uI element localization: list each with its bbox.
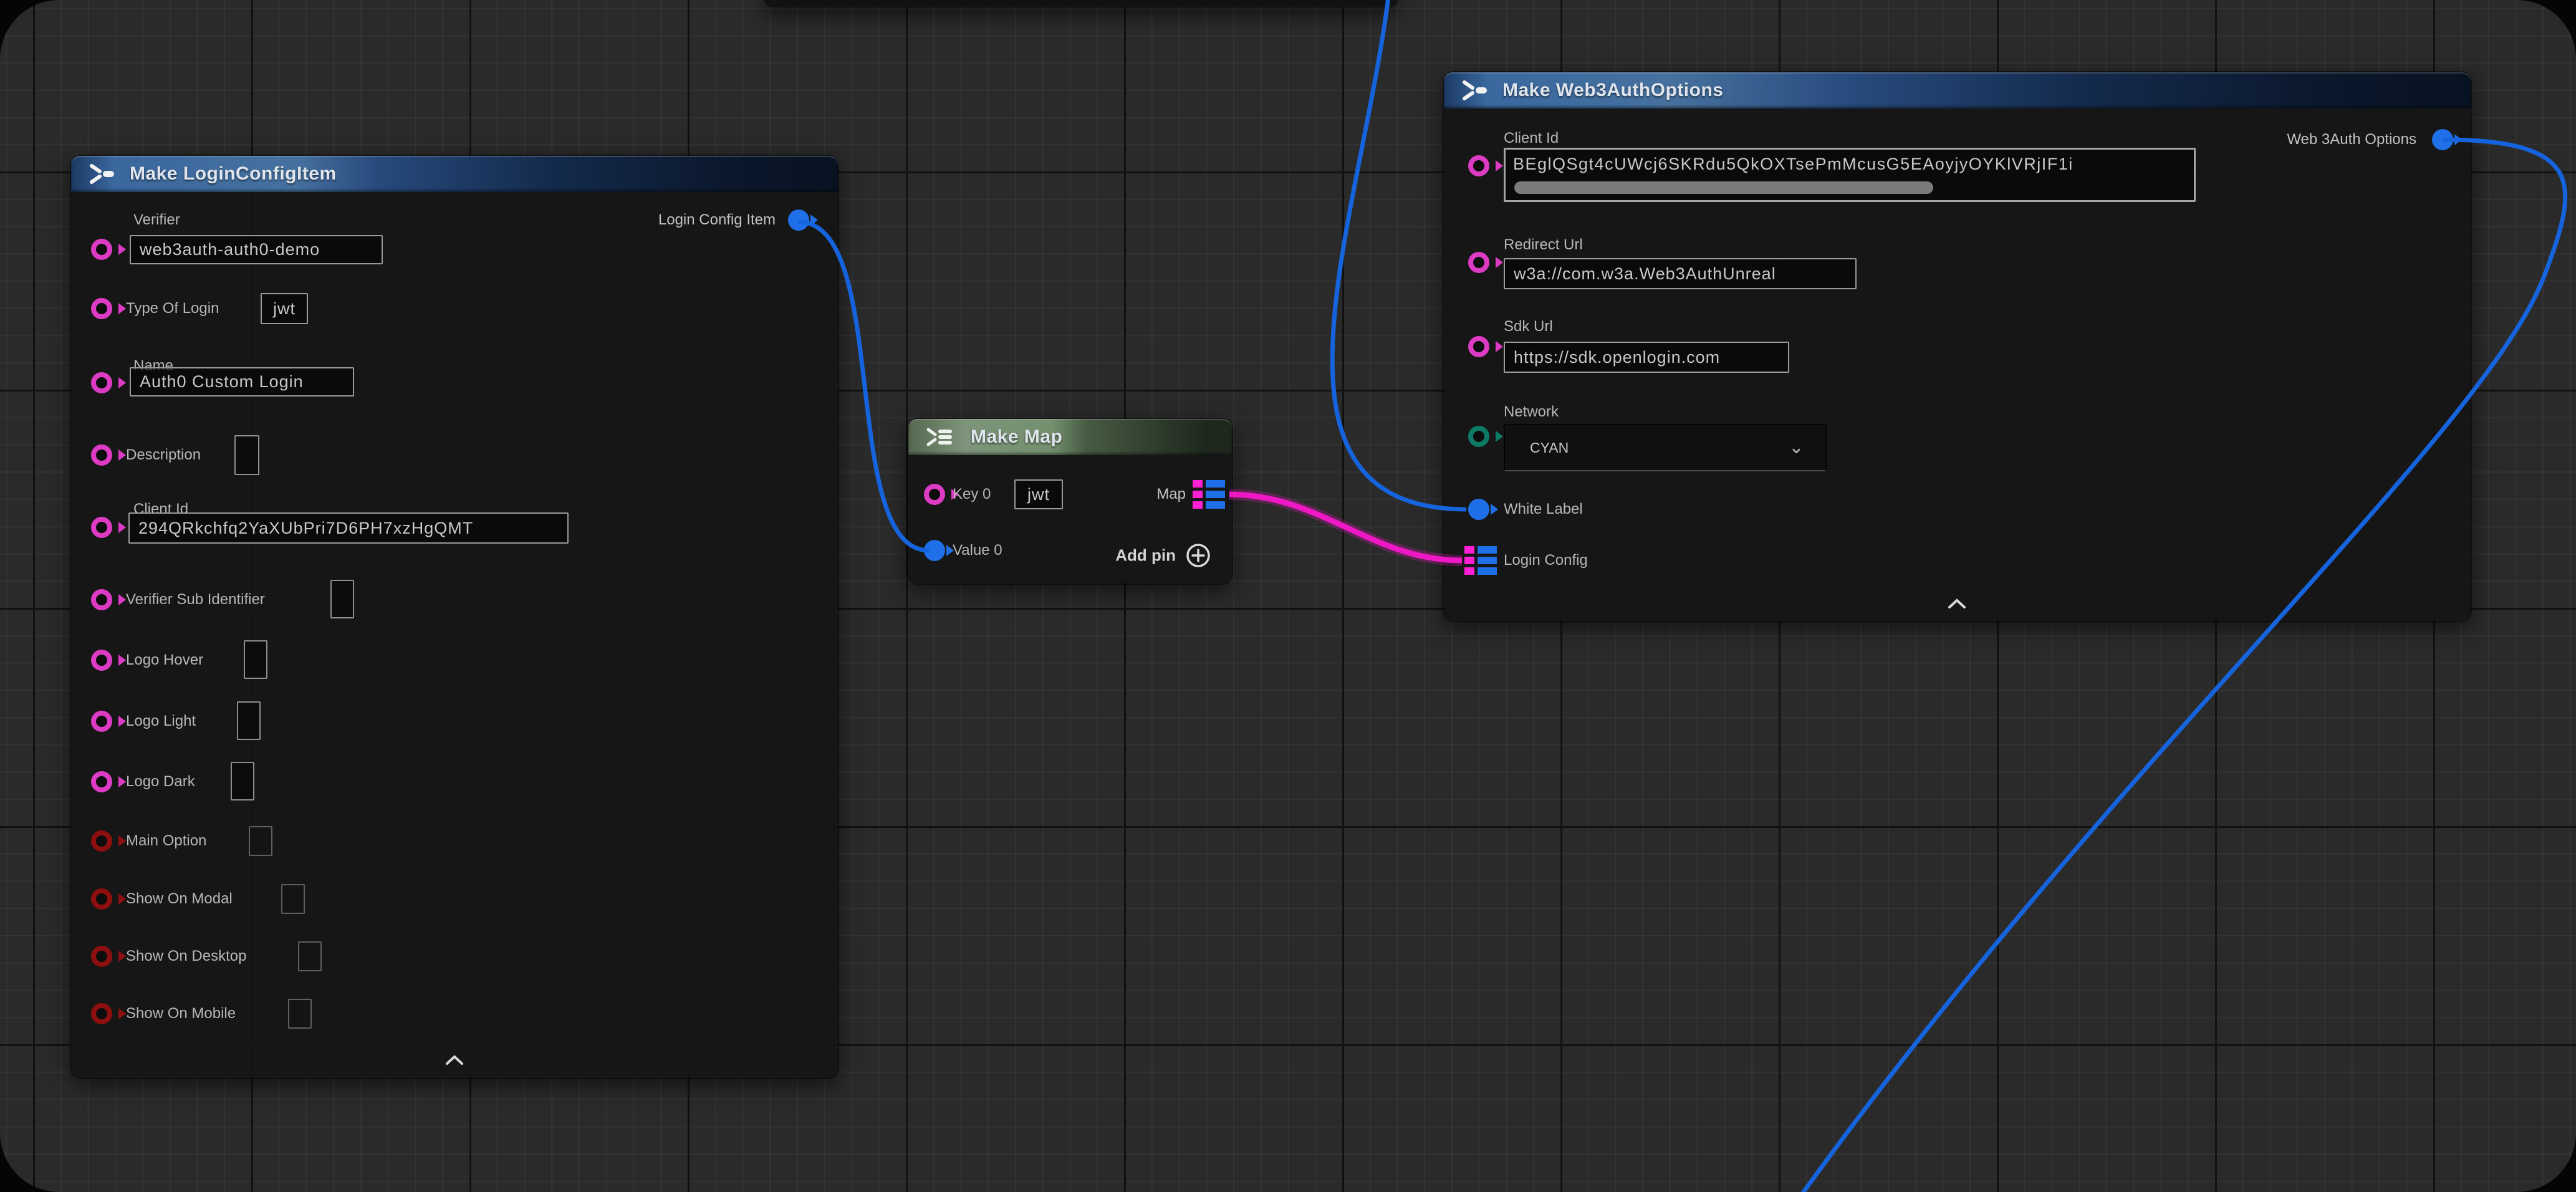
pin-label-network: Network: [1504, 403, 1559, 421]
blueprint-graph-canvas[interactable]: Make LoginConfigItem Verifier web3auth-a…: [0, 0, 2576, 1192]
client-id-text: BEglQSgt4cUWcj6SKRdu5QkOXTsePmMcusG5EAoy…: [1513, 155, 2074, 173]
pin-label-key-0: Key 0: [953, 486, 991, 503]
collapse-node-button[interactable]: [442, 1054, 467, 1067]
pin-map-output[interactable]: [1193, 480, 1225, 509]
verifier-sub-identifier-input[interactable]: [330, 580, 354, 618]
pin-logo-dark[interactable]: [91, 771, 112, 792]
pin-label-type-of-login: Type Of Login: [126, 300, 219, 317]
pin-label-value-0: Value 0: [953, 542, 1002, 559]
pin-label-show-on-modal: Show On Modal: [126, 890, 233, 908]
node-make-loginconfigitem[interactable]: Make LoginConfigItem Verifier web3auth-a…: [71, 156, 838, 1078]
node-title: Make Map: [971, 426, 1062, 448]
pin-label-map: Map: [1156, 486, 1186, 503]
make-struct-icon: [87, 161, 116, 186]
pin-client-id[interactable]: [91, 517, 112, 538]
make-struct-icon: [1460, 78, 1489, 103]
pin-label-login-config-item: Login Config Item: [658, 211, 776, 229]
show-on-desktop-checkbox[interactable]: [298, 941, 322, 971]
pin-label-sdk-url: Sdk Url: [1504, 318, 1553, 335]
add-pin-label[interactable]: Add pin: [1115, 546, 1176, 565]
pin-label-client-id: Client Id: [1504, 130, 1559, 147]
pin-main-option[interactable]: [91, 830, 112, 852]
pin-label-description: Description: [126, 446, 201, 464]
logo-light-input[interactable]: [237, 701, 261, 740]
pin-sdk-url[interactable]: [1468, 336, 1489, 357]
name-input[interactable]: Auth0 Custom Login: [130, 367, 354, 397]
network-dropdown-value: CYAN: [1530, 440, 1569, 456]
description-input[interactable]: [234, 435, 259, 475]
pin-verifier-sub-identifier[interactable]: [91, 589, 112, 610]
pin-label-show-on-desktop: Show On Desktop: [126, 948, 246, 965]
pin-verifier[interactable]: [91, 239, 112, 260]
add-pin-icon[interactable]: [1185, 542, 1212, 569]
pin-label-login-config: Login Config: [1504, 552, 1588, 569]
pin-logo-light[interactable]: [91, 711, 112, 732]
pin-label-verifier: Verifier: [133, 211, 180, 229]
pin-login-config[interactable]: [1464, 546, 1497, 575]
pin-type-of-login[interactable]: [91, 298, 112, 319]
logo-hover-input[interactable]: [244, 640, 267, 679]
client-id-input[interactable]: BEglQSgt4cUWcj6SKRdu5QkOXTsePmMcusG5EAoy…: [1504, 148, 2196, 202]
show-on-modal-checkbox[interactable]: [281, 884, 305, 914]
pin-client-id[interactable]: [1468, 155, 1489, 176]
pin-label-redirect-url: Redirect Url: [1504, 236, 1583, 254]
redirect-url-input[interactable]: w3a://com.w3a.Web3AuthUnreal: [1504, 258, 1857, 289]
node-make-web3authoptions[interactable]: Make Web3AuthOptions Client Id BEglQSgt4…: [1444, 72, 2471, 621]
pin-show-on-desktop[interactable]: [91, 946, 112, 967]
partial-node-top-edge[interactable]: [764, 0, 1398, 7]
node-header[interactable]: Make LoginConfigItem: [71, 156, 838, 192]
pin-description[interactable]: [91, 445, 112, 466]
pin-label-logo-hover: Logo Hover: [126, 651, 203, 669]
pin-logo-hover[interactable]: [91, 650, 112, 671]
pin-label-main-option: Main Option: [126, 832, 206, 850]
key-0-input[interactable]: jwt: [1014, 479, 1063, 509]
node-make-map[interactable]: Make Map Key 0 jwt Map Value 0 Add pin: [908, 419, 1232, 584]
node-header[interactable]: Make Map: [908, 419, 1232, 455]
sdk-url-input[interactable]: https://sdk.openlogin.com: [1504, 342, 1789, 373]
pin-label-logo-light: Logo Light: [126, 713, 196, 730]
pin-key-0[interactable]: [924, 484, 945, 505]
pin-white-label[interactable]: [1468, 499, 1489, 520]
logo-dark-input[interactable]: [231, 762, 254, 800]
pin-redirect-url[interactable]: [1468, 252, 1489, 273]
node-title: Make Web3AuthOptions: [1502, 80, 1723, 101]
pin-network[interactable]: [1468, 426, 1489, 447]
make-map-icon: [925, 425, 957, 449]
main-option-checkbox[interactable]: [249, 826, 272, 856]
pin-label-logo-dark: Logo Dark: [126, 773, 195, 791]
pin-label-verifier-sub-identifier: Verifier Sub Identifier: [126, 591, 265, 608]
pin-show-on-mobile[interactable]: [91, 1003, 112, 1024]
pin-show-on-modal[interactable]: [91, 888, 112, 910]
pin-label-web3auth-options: Web 3Auth Options: [2287, 131, 2416, 148]
client-id-input[interactable]: 294QRkchfq2YaXUbPri7D6PH7xzHgQMT: [128, 512, 569, 544]
client-id-horizontal-scrollbar[interactable]: [1514, 181, 1933, 194]
type-of-login-input[interactable]: jwt: [261, 293, 308, 324]
node-title: Make LoginConfigItem: [130, 163, 337, 185]
verifier-input[interactable]: web3auth-auth0-demo: [130, 235, 383, 264]
show-on-mobile-checkbox[interactable]: [288, 999, 312, 1029]
pin-label-show-on-mobile: Show On Mobile: [126, 1005, 236, 1022]
collapse-node-button[interactable]: [1944, 597, 1969, 611]
network-dropdown[interactable]: CYAN ⌄: [1504, 424, 1827, 471]
node-header[interactable]: Make Web3AuthOptions: [1444, 72, 2471, 108]
pin-label-white-label: White Label: [1504, 501, 1583, 518]
pin-name[interactable]: [91, 372, 112, 393]
